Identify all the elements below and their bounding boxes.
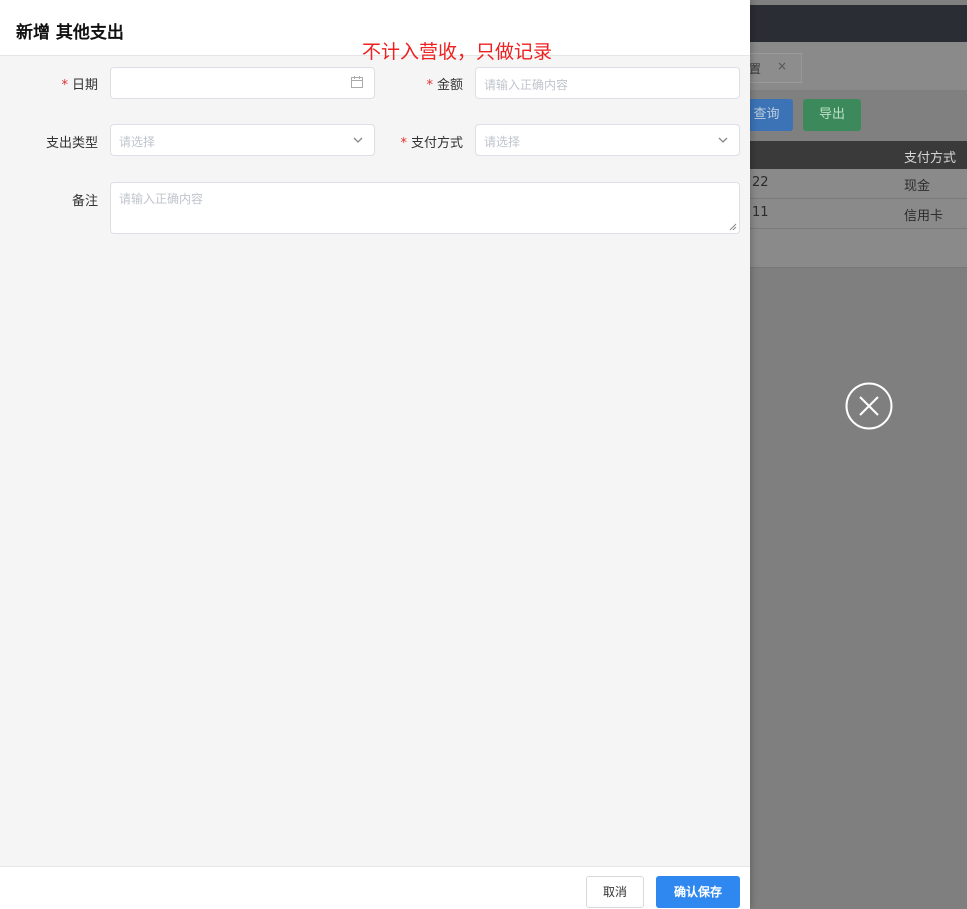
- required-mark: *: [61, 78, 68, 93]
- expense-type-select[interactable]: 请选择: [110, 124, 375, 156]
- payment-method-label: * 支付方式: [380, 132, 463, 151]
- table-row: 11 信用卡: [750, 199, 967, 229]
- row-date-fragment: 22: [752, 175, 769, 190]
- required-mark: *: [426, 78, 433, 93]
- row-payment: 现金: [904, 179, 931, 194]
- background-tab-label: 置: [749, 62, 762, 76]
- drawer-title: 新增 其他支出: [16, 23, 124, 43]
- export-button: 导出: [803, 99, 861, 131]
- cancel-button[interactable]: 取消: [586, 876, 644, 908]
- chevron-down-icon: [353, 137, 363, 143]
- date-label: * 日期: [40, 74, 98, 93]
- close-drawer-icon[interactable]: [845, 382, 893, 430]
- row-date-fragment: 11: [752, 205, 769, 220]
- chevron-down-icon: [718, 137, 728, 143]
- table-row: 22 现金: [750, 169, 967, 199]
- resize-handle-icon[interactable]: [729, 223, 737, 231]
- payment-column-header: 支付方式: [904, 151, 957, 166]
- background-table-header: 支付方式: [750, 141, 967, 169]
- required-mark: *: [400, 136, 407, 151]
- payment-method-select[interactable]: 请选择: [475, 124, 740, 156]
- payment-method-label-text: 支付方式: [410, 136, 463, 151]
- confirm-save-button[interactable]: 确认保存: [656, 876, 740, 908]
- date-label-text: 日期: [71, 78, 98, 93]
- remark-placeholder: 请输入正确内容: [119, 192, 204, 206]
- add-expense-drawer: 新增 其他支出 不计入营收，只做记录 * 日期 * 金额 请输入正确内容 支出类型 …: [0, 0, 750, 909]
- row-payment: 信用卡: [904, 209, 944, 224]
- remark-label: 备注: [71, 194, 98, 209]
- background-table-footer: [750, 229, 967, 268]
- remark-textarea[interactable]: 请输入正确内容: [110, 182, 740, 234]
- annotation-note: 不计入营收，只做记录: [362, 41, 553, 63]
- payment-method-placeholder: 请选择: [484, 135, 521, 149]
- tab-close-icon: ×: [777, 59, 788, 73]
- calendar-icon: [351, 76, 363, 88]
- amount-label-text: 金额: [436, 78, 463, 93]
- amount-input[interactable]: 请输入正确内容: [475, 67, 740, 99]
- background-topbar: [750, 5, 967, 42]
- expense-type-label: 支出类型: [45, 136, 98, 151]
- expense-type-placeholder: 请选择: [119, 135, 156, 149]
- amount-placeholder: 请输入正确内容: [484, 78, 569, 92]
- date-picker[interactable]: [110, 67, 375, 99]
- amount-label: * 金额: [405, 74, 463, 93]
